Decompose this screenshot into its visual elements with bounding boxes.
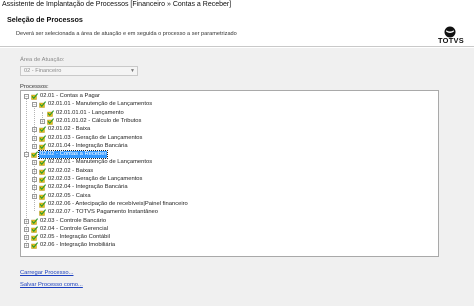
tree-item[interactable]: +02.02.01 - Manutenção de Lançamentos xyxy=(21,159,431,167)
area-select-value: 02 - Financeiro xyxy=(24,68,62,74)
checked-checkbox-icon[interactable] xyxy=(31,151,38,158)
tree-item-label: 02.01.03 - Geração de Lançamentos xyxy=(48,134,143,141)
tree-item[interactable]: +02.03 - Controle Bancário xyxy=(21,218,431,225)
checked-checkbox-icon[interactable] xyxy=(39,143,46,150)
tree-item[interactable]: 02.02.06 - Antecipação de recebíveis|Pai… xyxy=(21,201,431,208)
expand-icon[interactable]: + xyxy=(32,193,37,199)
collapse-icon[interactable]: − xyxy=(24,94,29,99)
tree-item-label: 02.01.04 - Integração Bancária xyxy=(48,142,128,149)
collapse-icon[interactable]: − xyxy=(32,102,37,108)
area-select[interactable]: 02 - Financeiro ▼ xyxy=(20,66,138,76)
tree-item-label: 02.01.01.02 - Cálculo de Tributos xyxy=(56,117,142,124)
totvs-logo: TOTVS xyxy=(433,26,469,45)
tree-item[interactable]: +02.01.03 - Geração de Lançamentos xyxy=(21,135,431,142)
tree-item[interactable]: +02.02.04 - Integração Bancária xyxy=(21,184,431,191)
chevron-down-icon: ▼ xyxy=(130,68,135,74)
logo-text: TOTVS xyxy=(437,36,464,45)
tree-item[interactable]: +02.01.04 - Integração Bancária xyxy=(21,143,431,150)
checked-checkbox-icon[interactable] xyxy=(39,134,46,142)
expand-icon[interactable]: + xyxy=(32,135,37,141)
expand-icon[interactable]: + xyxy=(24,226,29,232)
tree-item[interactable]: − 02.02 - Contas a Receber xyxy=(21,150,431,160)
expand-icon[interactable]: + xyxy=(24,243,29,249)
wizard-content: Área de Atuação: 02 - Financeiro ▼ Proce… xyxy=(0,48,474,306)
tree-item-label: 02.02.01 - Manutenção de Lançamentos xyxy=(48,159,153,166)
checked-checkbox-icon[interactable] xyxy=(39,126,46,133)
tree-item-label: 02.02 - Contas a Receber xyxy=(37,150,109,160)
checked-checkbox-icon[interactable] xyxy=(39,201,46,208)
process-tree[interactable]: −02.01 - Contas a Pagar −02.01.01 - Manut… xyxy=(20,90,439,257)
tree-item-label: 02.01.02 - Baixa xyxy=(48,126,91,133)
checked-checkbox-icon[interactable] xyxy=(39,192,46,200)
checked-checkbox-icon[interactable] xyxy=(39,167,46,175)
tree-item-label: 02.02.05 - Caixa xyxy=(48,192,91,199)
area-label: Área de Atuação: xyxy=(20,57,65,63)
tree-item[interactable]: +02.06 - Integração Imobiliária xyxy=(21,242,431,250)
expand-icon[interactable]: + xyxy=(32,143,37,149)
checked-checkbox-icon[interactable] xyxy=(39,184,46,191)
checked-checkbox-icon[interactable] xyxy=(39,159,46,167)
checked-checkbox-icon[interactable] xyxy=(31,226,38,233)
checked-checkbox-icon[interactable] xyxy=(31,234,38,241)
expand-icon[interactable]: + xyxy=(32,168,37,174)
checked-checkbox-icon[interactable] xyxy=(47,109,54,117)
expand-icon[interactable]: + xyxy=(32,160,37,166)
tree-item[interactable]: +02.01.02 - Baixa xyxy=(21,126,431,133)
tree-item[interactable]: +02.02.03 - Geração de Lançamentos xyxy=(21,176,431,183)
save-process-as-link[interactable]: Salvar Processo como... xyxy=(20,282,83,288)
tree-item-label: 02.03 - Controle Bancário xyxy=(40,217,107,224)
tree-item-label: 02.04 - Controle Gerencial xyxy=(40,225,108,232)
tree-item[interactable]: − 02.01.01 - Manutenção de Lançamentos xyxy=(21,101,431,108)
tree-item-label: 02.01.01.01 - Lançamento xyxy=(56,109,124,116)
tree-item-label: 02.02.06 - Antecipação de recebíveis|Pai… xyxy=(48,200,188,207)
expand-icon[interactable]: + xyxy=(24,235,29,241)
tree-item[interactable]: − 02.01 - Contas a Pagar xyxy=(21,93,431,100)
page-description: Deverá ser selecionada a área de atuação… xyxy=(16,31,237,37)
collapse-icon[interactable]: − xyxy=(24,152,29,158)
tree-item-label: 02.06 - Integração Imobiliária xyxy=(40,242,116,249)
tree-item-label: 02.02.04 - Integração Bancária xyxy=(48,184,128,191)
expand-icon[interactable]: + xyxy=(40,118,45,124)
checked-checkbox-icon[interactable] xyxy=(39,209,46,216)
checked-checkbox-icon[interactable] xyxy=(31,217,38,225)
load-process-link[interactable]: Carregar Processo... xyxy=(20,270,73,276)
tree-item[interactable]: +02.04 - Controle Gerencial xyxy=(21,226,431,233)
tree-item[interactable]: +02.01.01.02 - Cálculo de Tributos xyxy=(21,118,431,125)
tree-item[interactable]: +02.02.02 - Baixas xyxy=(21,168,431,175)
checked-checkbox-icon[interactable] xyxy=(47,118,54,125)
tree-item-label: 02.02.03 - Geração de Lançamentos xyxy=(48,176,143,182)
expand-icon[interactable]: + xyxy=(32,185,37,191)
wizard-header: Seleção de Processos Deverá ser selecion… xyxy=(0,10,474,47)
tree-item-label: 02.01 - Contas a Pagar xyxy=(40,93,100,99)
tree-item[interactable]: 02.01.01.01 - Lançamento xyxy=(21,110,431,117)
tree-item-label: 02.05 - Integração Contábil xyxy=(40,234,110,241)
window-title: Assistente de Implantação de Processos [… xyxy=(0,0,474,10)
checked-checkbox-icon[interactable] xyxy=(31,242,38,250)
tree-item[interactable]: +02.02.05 - Caixa xyxy=(21,193,431,200)
expand-icon[interactable]: + xyxy=(32,127,37,133)
checked-checkbox-icon[interactable] xyxy=(39,101,46,108)
tree-item-label: 02.02.07 - TOTVS Pagamento Instantâneo xyxy=(48,209,158,216)
tree-item-label: 02.02.02 - Baixas xyxy=(48,167,94,174)
tree-item-label: 02.01.01 - Manutenção de Lançamentos xyxy=(48,101,153,108)
checked-checkbox-icon[interactable] xyxy=(39,176,46,183)
expand-icon[interactable]: + xyxy=(32,177,37,182)
checked-checkbox-icon[interactable] xyxy=(31,93,38,100)
tree-item[interactable]: 02.02.07 - TOTVS Pagamento Instantâneo xyxy=(21,209,431,216)
tree-item[interactable]: +02.05 - Integração Contábil xyxy=(21,234,431,241)
expand-icon[interactable]: + xyxy=(24,218,29,224)
page-title: Seleção de Processos xyxy=(7,15,83,24)
